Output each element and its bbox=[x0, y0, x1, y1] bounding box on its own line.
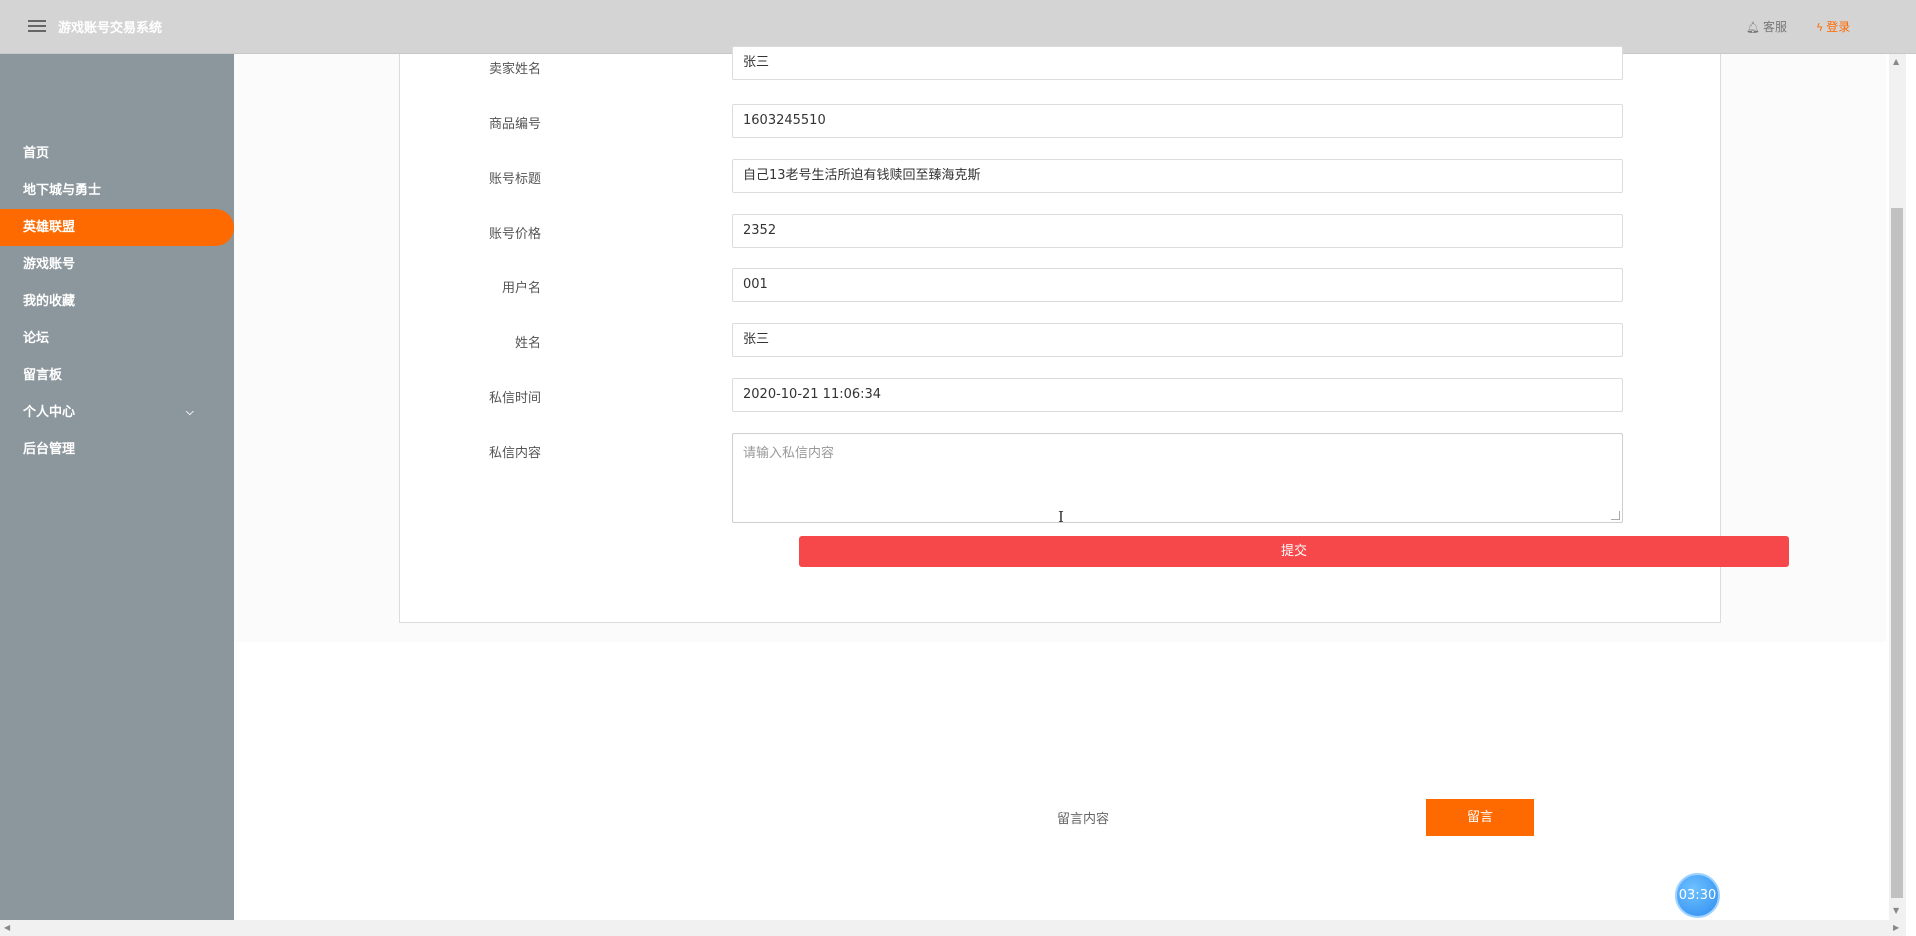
timer-badge[interactable]: 03:30 bbox=[1675, 873, 1720, 918]
sidebar-item-lol[interactable]: 英雄联盟 bbox=[0, 209, 234, 246]
seller-name-field[interactable]: 张三 bbox=[732, 46, 1623, 80]
text-cursor-icon: I bbox=[1058, 508, 1064, 526]
sidebar: 首页 地下城与勇士 英雄联盟 游戏账号 我的收藏 论坛 留言板 个人中心 ⌵ 后… bbox=[0, 54, 234, 920]
main-content: 卖家姓名 张三 商品编号 1603245510 账号标题 自己13老号生活所迫有… bbox=[234, 46, 1889, 920]
login-link[interactable]: ϟ 登录 bbox=[1816, 18, 1850, 35]
message-time-field[interactable]: 2020-10-21 11:06:34 bbox=[732, 378, 1623, 412]
menu-icon[interactable] bbox=[28, 20, 46, 32]
account-title-field[interactable]: 自己13老号生活所迫有钱赎回至臻海克斯 bbox=[732, 159, 1623, 193]
guestbook-input[interactable]: 留言内容 bbox=[1057, 808, 1109, 827]
submit-button[interactable]: 提交 bbox=[799, 536, 1789, 567]
sidebar-item-guestbook[interactable]: 留言板 bbox=[0, 357, 234, 394]
horizontal-scrollbar[interactable]: ◀ ▶ bbox=[0, 920, 1906, 936]
chevron-down-icon: ⌵ bbox=[186, 407, 194, 418]
field-label-seller-name: 卖家姓名 bbox=[488, 62, 541, 77]
guestbook-submit-button[interactable]: 留言 bbox=[1426, 799, 1534, 836]
sidebar-item-dnf[interactable]: 地下城与勇士 bbox=[0, 172, 234, 209]
scroll-down-icon[interactable]: ▼ bbox=[1893, 906, 1899, 915]
vertical-scrollbar[interactable]: ▲ ▼ bbox=[1889, 54, 1906, 920]
sidebar-item-admin[interactable]: 后台管理 bbox=[0, 431, 234, 468]
name-field[interactable]: 张三 bbox=[732, 323, 1623, 357]
service-link[interactable]: 🔔︎ 客服 bbox=[1746, 18, 1787, 35]
sidebar-item-favorites[interactable]: 我的收藏 bbox=[0, 283, 234, 320]
form-section: 卖家姓名 张三 商品编号 1603245510 账号标题 自己13老号生活所迫有… bbox=[234, 46, 1886, 642]
username-field[interactable]: 001 bbox=[732, 268, 1623, 302]
scroll-right-icon[interactable]: ▶ bbox=[1893, 923, 1899, 932]
lightning-icon: ϟ bbox=[1816, 21, 1824, 34]
sidebar-item-personal-center[interactable]: 个人中心 ⌵ bbox=[0, 394, 234, 431]
account-price-field[interactable]: 2352 bbox=[732, 214, 1623, 248]
field-label-account-price: 账号价格 bbox=[488, 227, 541, 242]
scroll-up-icon[interactable]: ▲ bbox=[1893, 57, 1899, 66]
scroll-left-icon[interactable]: ◀ bbox=[4, 923, 10, 932]
sidebar-item-home[interactable]: 首页 bbox=[0, 135, 234, 172]
message-content-placeholder: 请输入私信内容 bbox=[743, 446, 835, 461]
vertical-scroll-thumb[interactable] bbox=[1891, 208, 1903, 898]
sidebar-item-game-accounts[interactable]: 游戏账号 bbox=[0, 246, 234, 283]
sidebar-item-forum[interactable]: 论坛 bbox=[0, 320, 234, 357]
resize-grip-icon[interactable] bbox=[1611, 511, 1620, 520]
field-label-message-content: 私信内容 bbox=[488, 446, 541, 461]
guestbook-box: 留言内容 留言 bbox=[1043, 790, 1542, 846]
field-label-username: 用户名 bbox=[501, 281, 541, 296]
product-id-field[interactable]: 1603245510 bbox=[732, 104, 1623, 138]
app-title: 游戏账号交易系统 bbox=[58, 21, 163, 36]
field-label-product-id: 商品编号 bbox=[488, 117, 541, 132]
field-label-name: 姓名 bbox=[514, 336, 541, 351]
field-label-message-time: 私信时间 bbox=[488, 391, 541, 406]
bell-icon: 🔔︎ bbox=[1746, 21, 1760, 34]
message-content-textarea[interactable]: 请输入私信内容 bbox=[732, 433, 1623, 523]
field-label-account-title: 账号标题 bbox=[488, 172, 541, 187]
